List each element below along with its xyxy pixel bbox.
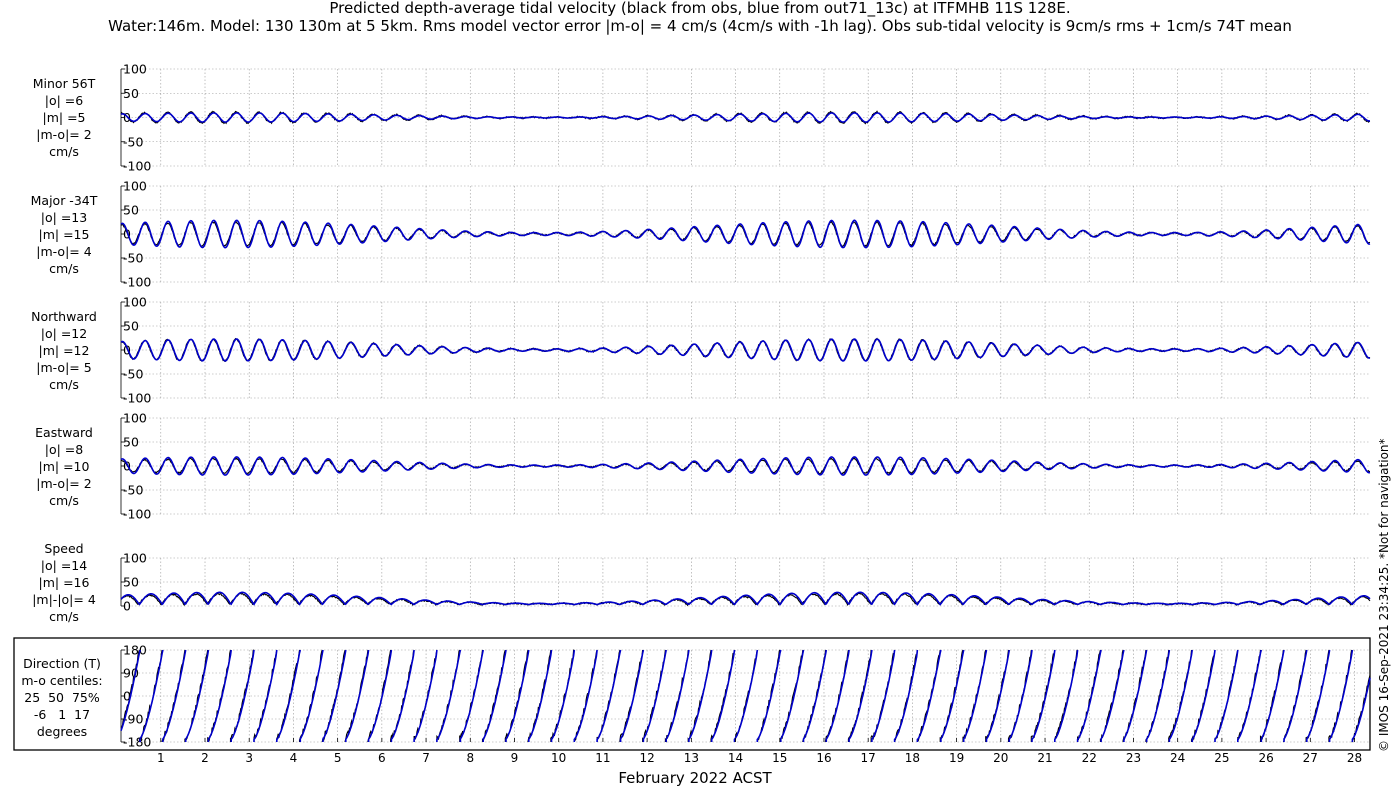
xtick-label: 9	[511, 751, 519, 765]
panel-label-speed: Speed |o| =14 |m| =16 |m|-|o|= 4 cm/s	[32, 541, 96, 624]
ytick-label-major: -50	[123, 251, 143, 266]
xtick-label: 21	[1037, 751, 1052, 765]
xtick-label: 16	[816, 751, 831, 765]
xtick-label: 13	[684, 751, 699, 765]
ytick-label-east: -50	[123, 483, 143, 498]
xtick-label: 14	[728, 751, 743, 765]
ytick-label-east: -100	[123, 507, 151, 522]
xtick-label: 12	[639, 751, 654, 765]
imos-credit: © IMOS 16-Sep-2021 23:34:25. *Not for na…	[1377, 438, 1391, 752]
x-axis-label: February 2022 ACST	[618, 769, 772, 787]
xtick-label: 25	[1214, 751, 1229, 765]
ytick-label-speed: 100	[123, 551, 147, 566]
model-series-speed	[120, 591, 1371, 606]
ytick-label-minor: -50	[123, 134, 143, 149]
ytick-label-minor: 50	[123, 86, 139, 101]
ytick-label-minor: 100	[123, 62, 147, 77]
model-series-major	[120, 219, 1371, 249]
ytick-label-north: 100	[123, 295, 147, 310]
ytick-label-north: 50	[123, 319, 139, 334]
xtick-label: 26	[1258, 751, 1273, 765]
xtick-label: 19	[949, 751, 964, 765]
ytick-label-north: -50	[123, 367, 143, 382]
ytick-label-east: 100	[123, 411, 147, 426]
xtick-label: 24	[1170, 751, 1185, 765]
xtick-label: 22	[1082, 751, 1097, 765]
xtick-label: 4	[290, 751, 298, 765]
xtick-label: 18	[905, 751, 920, 765]
ytick-label-speed: 0	[123, 599, 131, 614]
xtick-label: 17	[861, 751, 876, 765]
model-series-minor	[120, 112, 1370, 123]
xtick-label: 20	[993, 751, 1008, 765]
panel-label-direction: Direction (T) m-o centiles: 25 50 75% -6…	[21, 656, 103, 739]
panel-label-north: Northward |o| =12 |m| =12 |m-o|= 5 cm/s	[31, 309, 97, 392]
xtick-label: 27	[1303, 751, 1318, 765]
xtick-label: 28	[1347, 751, 1362, 765]
ytick-label-speed: 50	[123, 575, 139, 590]
model-series-east	[120, 456, 1371, 476]
ytick-label-major: 100	[123, 179, 147, 194]
ytick-label-major: 50	[123, 203, 139, 218]
xtick-label: 1	[157, 751, 165, 765]
ytick-label-direction: -180	[123, 735, 151, 750]
ytick-label-north: -100	[123, 391, 151, 406]
tidal-velocity-chart: 100500-50-100100500-50-100100500-50-1001…	[13, 62, 1371, 765]
xtick-label: 3	[245, 751, 253, 765]
ytick-label-east: 50	[123, 435, 139, 450]
xtick-label: 15	[772, 751, 787, 765]
xtick-label: 11	[595, 751, 610, 765]
ytick-label-major: -100	[123, 275, 151, 290]
panel-label-major: Major -34T |o| =13 |m| =15 |m-o|= 4 cm/s	[30, 193, 98, 276]
panel-label-east: Eastward |o| =8 |m| =10 |m-o|= 2 cm/s	[35, 425, 93, 508]
xtick-label: 7	[422, 751, 430, 765]
xtick-label: 6	[378, 751, 386, 765]
model-series-north	[120, 338, 1371, 362]
xtick-label: 5	[334, 751, 342, 765]
ytick-label-direction: 180	[123, 643, 147, 658]
ytick-label-minor: -100	[123, 159, 151, 174]
panel-label-minor: Minor 56T |o| =6 |m| =5 |m-o|= 2 cm/s	[32, 76, 96, 159]
xtick-label: 8	[466, 751, 474, 765]
xtick-label: 10	[551, 751, 566, 765]
xtick-label: 23	[1126, 751, 1141, 765]
xtick-label: 2	[201, 751, 209, 765]
